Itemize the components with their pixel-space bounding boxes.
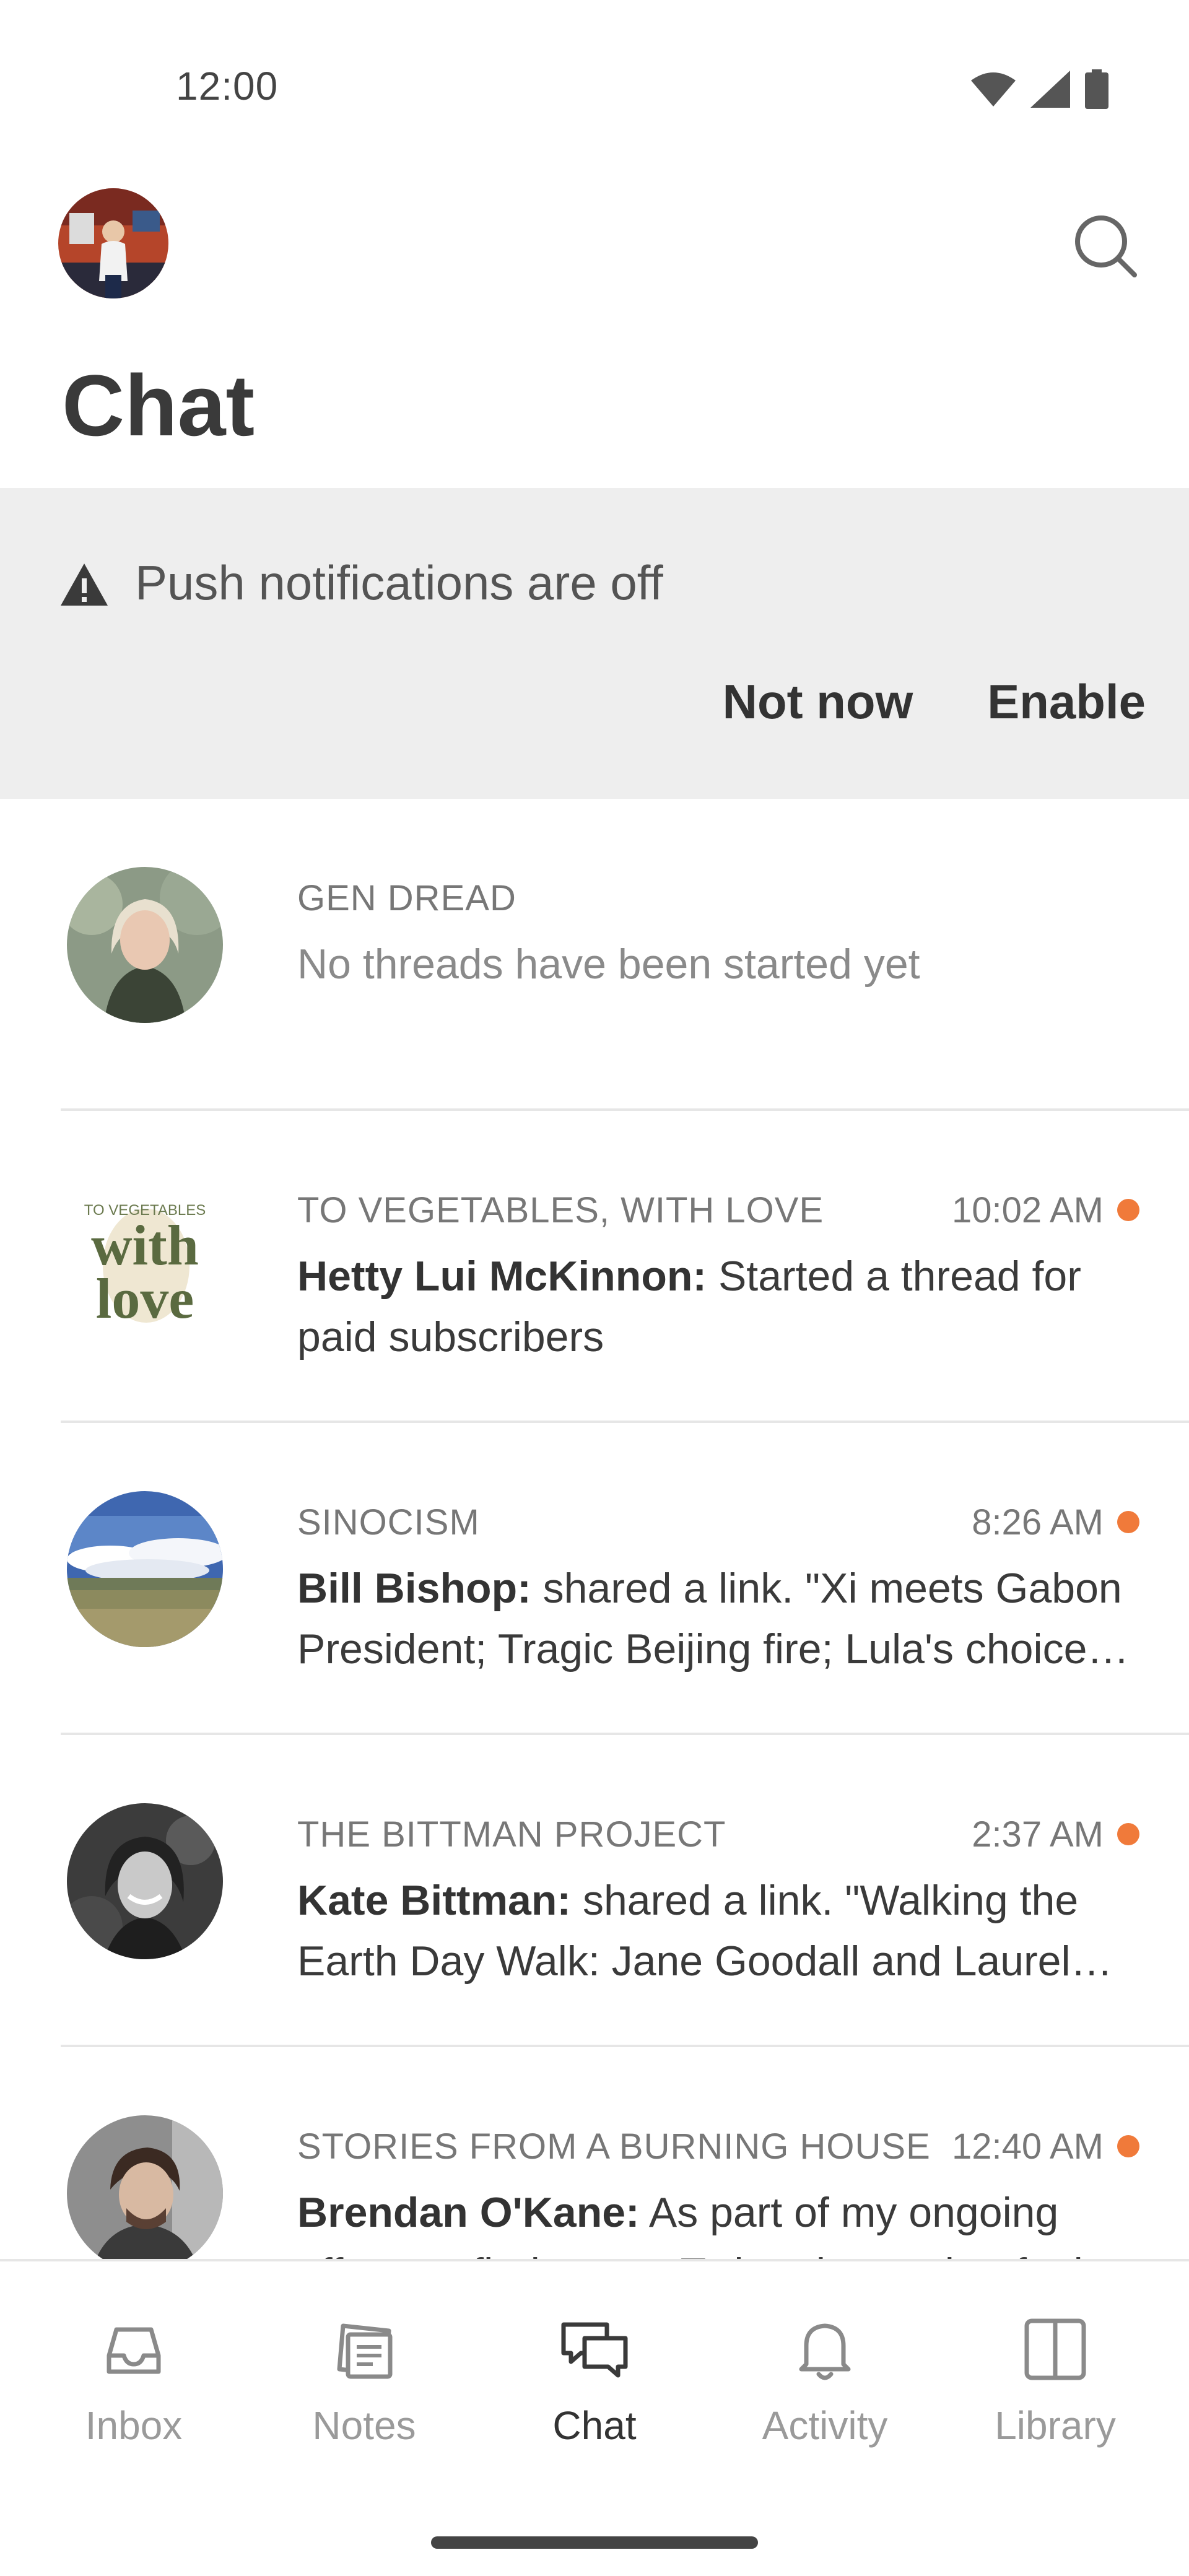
- chat-meta: TO VEGETABLES, WITH LOVE 10:02 AM: [297, 1185, 1139, 1235]
- chat-list: GEN DREAD No threads have been started y…: [0, 799, 1189, 2260]
- nav-items: Inbox Notes Chat Activity Library: [0, 2261, 1189, 2448]
- chat-time: 2:37 AM: [972, 1814, 1104, 1855]
- chat-time: 10:02 AM: [951, 1190, 1104, 1230]
- chat-avatar: [67, 1491, 223, 1647]
- status-icons: [971, 69, 1108, 109]
- time-wrap: 2:37 AM: [972, 1814, 1139, 1855]
- home-indicator[interactable]: [431, 2536, 758, 2549]
- status-bar: 12:00: [0, 0, 1189, 155]
- nav-label: Activity: [762, 2403, 888, 2448]
- chat-avatar: [67, 867, 223, 1023]
- bell-icon: [799, 2323, 851, 2380]
- chat-meta: STORIES FROM A BURNING HOUSE 12:40 AM: [297, 2121, 1139, 2171]
- status-time: 12:00: [176, 64, 279, 108]
- publication-name: STORIES FROM A BURNING HOUSE: [297, 2126, 931, 2167]
- time-wrap: 8:26 AM: [972, 1502, 1139, 1543]
- chat-author: Hetty Lui McKinnon:: [297, 1253, 707, 1300]
- chat-avatar: [67, 1803, 223, 1959]
- inbox-icon: [107, 2327, 161, 2374]
- chat-body: STORIES FROM A BURNING HOUSE 12:40 AM Br…: [297, 2121, 1139, 2260]
- nav-item-notes[interactable]: Notes: [265, 2310, 463, 2448]
- chat-preview: Bill Bishop: shared a link. "Xi meets Ga…: [297, 1558, 1139, 1679]
- unread-dot-icon: [1117, 1511, 1139, 1533]
- nav-item-inbox[interactable]: Inbox: [35, 2310, 233, 2448]
- chat-preview: Hetty Lui McKinnon: Started a thread for…: [297, 1246, 1139, 1367]
- wifi-icon: [971, 72, 1016, 107]
- profile-avatar[interactable]: [58, 188, 168, 298]
- chat-author: Kate Bittman:: [297, 1877, 572, 1924]
- chat-row-stories-burning-house[interactable]: STORIES FROM A BURNING HOUSE 12:40 AM Br…: [61, 2047, 1189, 2260]
- chat-preview: No threads have been started yet: [297, 941, 920, 988]
- banner-actions: Not now Enable: [723, 674, 1146, 730]
- chat-time: 12:40 AM: [951, 2126, 1104, 2167]
- chat-time: 8:26 AM: [972, 1502, 1104, 1543]
- chat-body: TO VEGETABLES, WITH LOVE 10:02 AM Hetty …: [297, 1185, 1139, 1367]
- chat-author: Bill Bishop:: [297, 1565, 531, 1612]
- bottom-nav: Inbox Notes Chat Activity Library: [0, 2259, 1189, 2576]
- page-title: Chat: [62, 357, 255, 454]
- cellular-icon: [1030, 71, 1070, 108]
- unread-dot-icon: [1117, 2135, 1139, 2157]
- chat-avatar: TO VEGETABLES with love: [67, 1179, 223, 1335]
- search-button[interactable]: [1071, 212, 1139, 280]
- chat-row-sinocism[interactable]: SINOCISM 8:26 AM Bill Bishop: shared a l…: [61, 1423, 1189, 1735]
- publication-name: GEN DREAD: [297, 877, 516, 918]
- notes-icon: [337, 2323, 393, 2379]
- nav-label: Notes: [312, 2403, 416, 2448]
- unread-dot-icon: [1117, 1823, 1139, 1845]
- publication-name: SINOCISM: [297, 1502, 480, 1543]
- chat-avatar: [67, 2115, 223, 2260]
- chat-meta: SINOCISM 8:26 AM: [297, 1497, 1139, 1547]
- nav-label: Chat: [552, 2403, 637, 2448]
- publication-name: THE BITTMAN PROJECT: [297, 1814, 726, 1855]
- warning-icon: [61, 564, 108, 606]
- push-notification-banner: Push notifications are off Not now Enabl…: [0, 488, 1189, 799]
- time-wrap: 12:40 AM: [952, 2126, 1139, 2167]
- logo-large-text-2: love: [96, 1267, 194, 1330]
- library-icon: [1024, 2318, 1086, 2380]
- chat-row-bittman-project[interactable]: THE BITTMAN PROJECT 2:37 AM Kate Bittman…: [61, 1735, 1189, 2047]
- unread-dot-icon: [1117, 1199, 1139, 1221]
- not-now-button[interactable]: Not now: [723, 674, 913, 730]
- chat-meta: GEN DREAD: [297, 873, 1139, 923]
- chat-body: GEN DREAD No threads have been started y…: [297, 873, 1139, 994]
- nav-label: Library: [995, 2403, 1116, 2448]
- nav-item-library[interactable]: Library: [956, 2310, 1154, 2448]
- nav-item-chat[interactable]: Chat: [495, 2310, 694, 2448]
- chat-row-gen-dread[interactable]: GEN DREAD No threads have been started y…: [61, 799, 1189, 1111]
- publication-name: TO VEGETABLES, WITH LOVE: [297, 1190, 824, 1230]
- chat-author: Brendan O'Kane:: [297, 2189, 640, 2236]
- chat-body: SINOCISM 8:26 AM Bill Bishop: shared a l…: [297, 1497, 1139, 1679]
- chat-row-to-vegetables[interactable]: TO VEGETABLES with love TO VEGETABLES, W…: [61, 1111, 1189, 1423]
- chat-preview: Brendan O'Kane: As part of my ongoing ef…: [297, 2182, 1139, 2260]
- chat-body: THE BITTMAN PROJECT 2:37 AM Kate Bittman…: [297, 1809, 1139, 1991]
- chat-preview: Kate Bittman: shared a link. "Walking th…: [297, 1870, 1139, 1991]
- time-wrap: 10:02 AM: [952, 1190, 1139, 1231]
- search-icon: [1075, 215, 1137, 277]
- chat-icon: [561, 2322, 628, 2378]
- nav-label: Inbox: [85, 2403, 183, 2448]
- battery-icon: [1085, 69, 1108, 109]
- enable-button[interactable]: Enable: [987, 674, 1146, 730]
- nav-item-activity[interactable]: Activity: [726, 2310, 924, 2448]
- banner-message: Push notifications are off: [135, 555, 663, 610]
- chat-meta: THE BITTMAN PROJECT 2:37 AM: [297, 1809, 1139, 1859]
